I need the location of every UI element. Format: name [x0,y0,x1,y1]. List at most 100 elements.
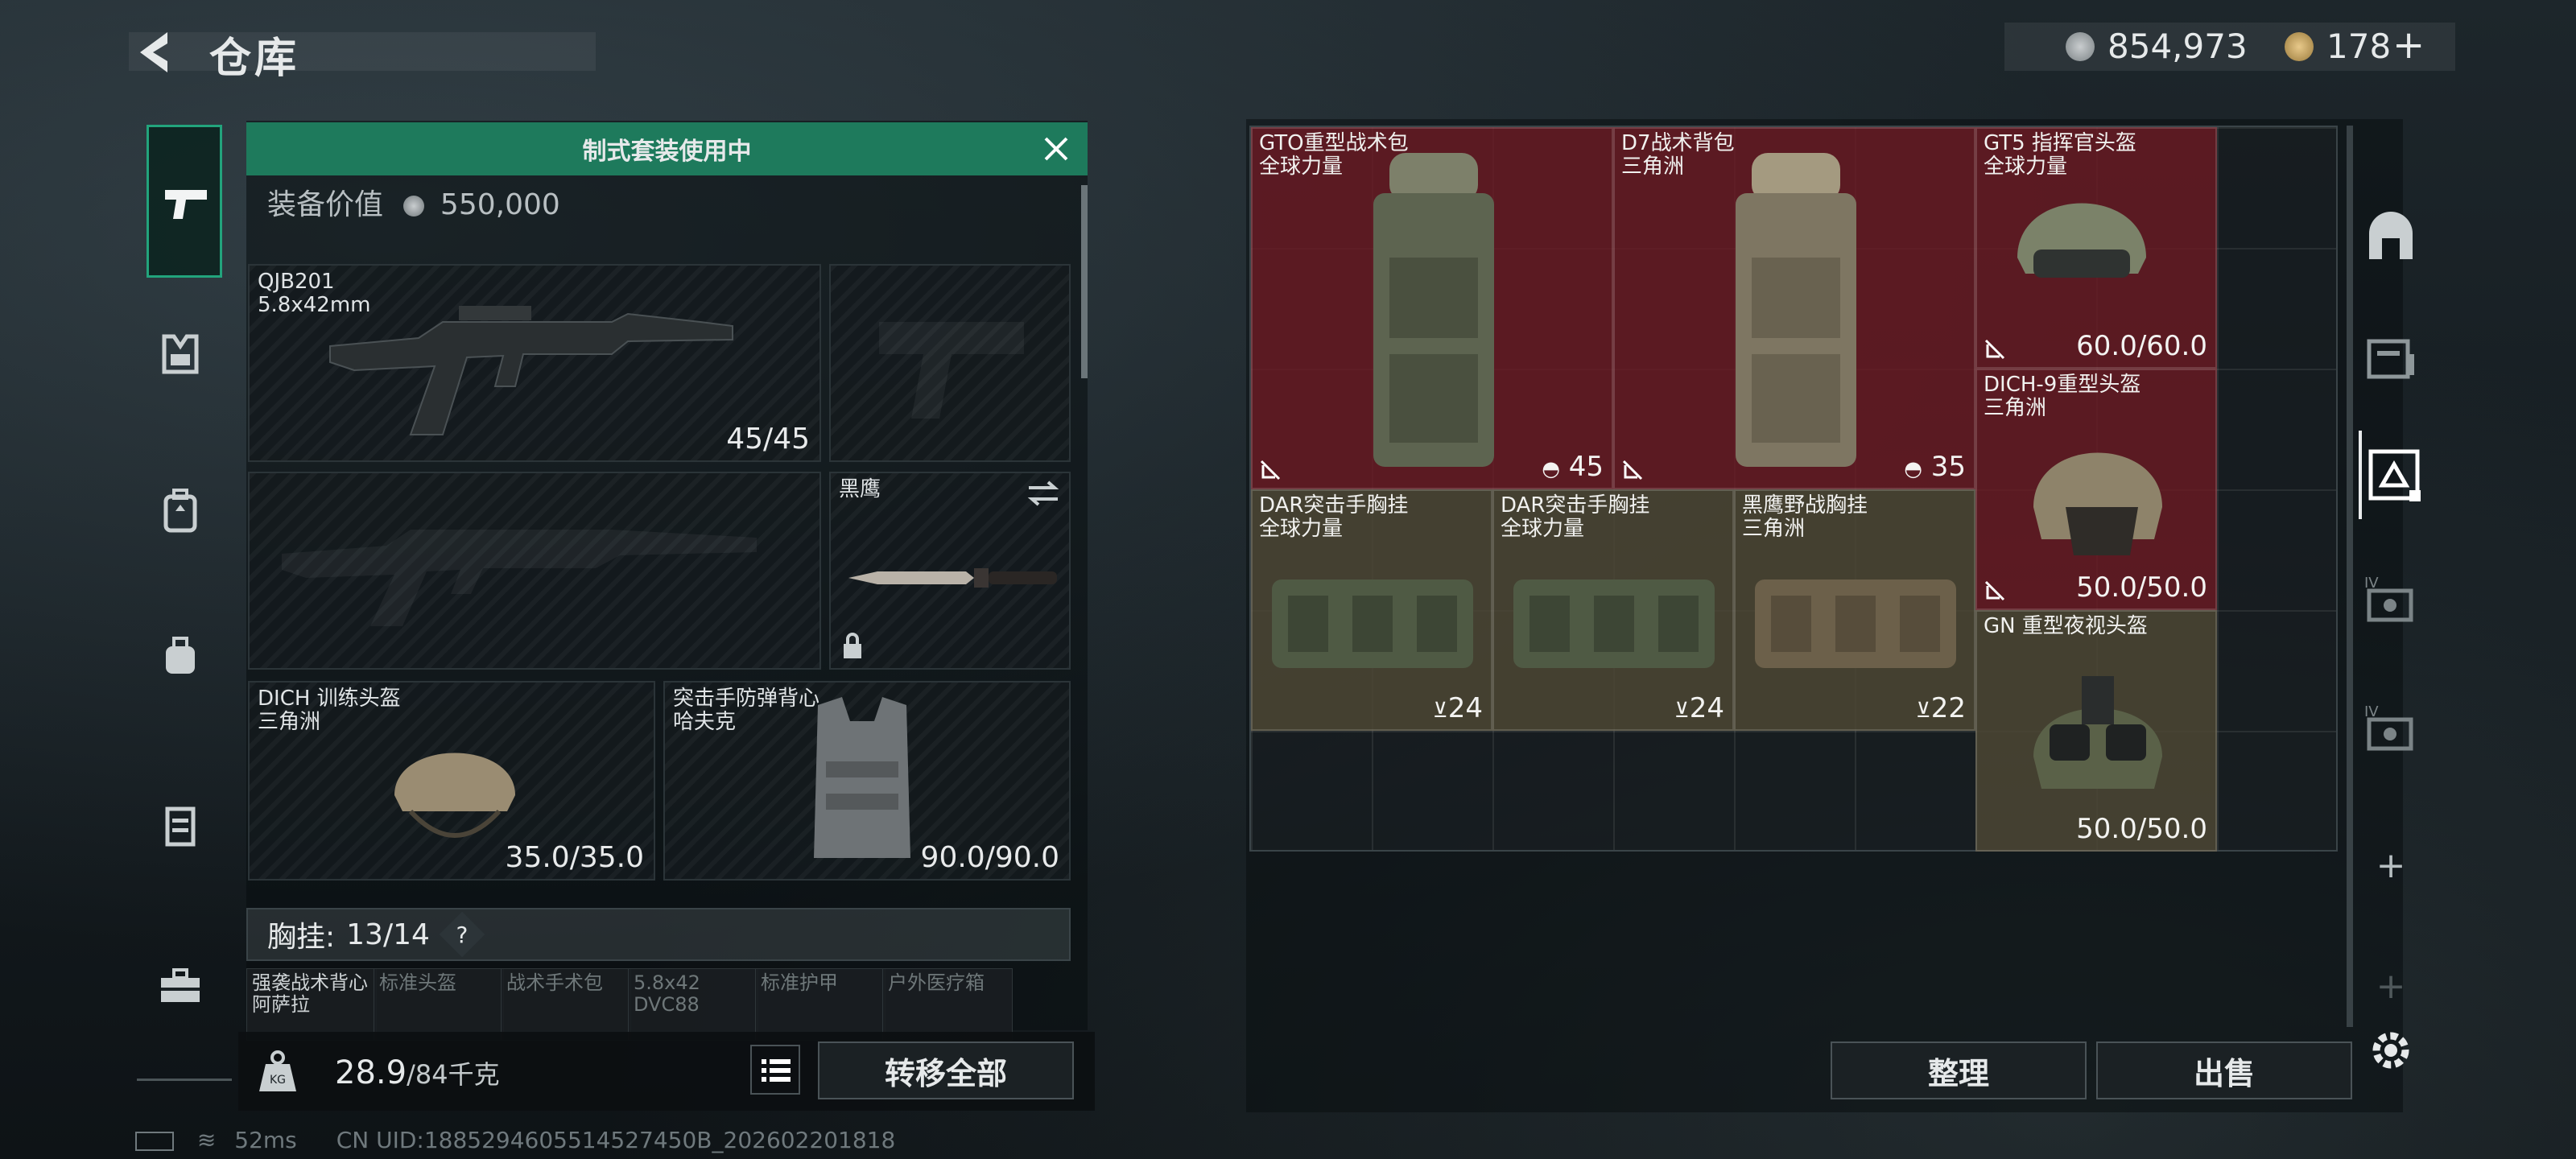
stash-item[interactable]: 黑鹰野战胸挂 三角洲 ⊻22 [1734,489,1975,731]
storage-iv-icon: IV [2364,575,2413,622]
capacity-icon: ◓ [1542,457,1560,481]
stash-tab-warehouse[interactable] [2359,431,2426,519]
coin-balance: 854,973 [2107,27,2248,66]
stash-item[interactable]: GN 重型夜视头盔 50.0/50.0 [1975,610,2217,852]
no-insure-icon [1260,460,1281,481]
chest-rig-image [1272,580,1473,668]
arch-icon [2369,212,2413,259]
list-view-button[interactable] [750,1045,800,1095]
wifi-icon: ≋ [196,1127,217,1153]
slot-helmet[interactable]: DICH 训练头盔 三角洲 35.0/35.0 [248,681,655,881]
mini-item[interactable]: 标准护甲 [755,968,886,1041]
transfer-all-button[interactable]: 转移全部 [818,1041,1074,1099]
bottom-action-bar: KG 28.9/84千克 转移全部 [238,1032,1095,1111]
capacity-icon: ◓ [1904,457,1922,481]
help-icon[interactable]: ? [439,911,485,958]
stash-tab-folder[interactable] [2359,314,2423,402]
vest-capacity-icon: ⊻ [1915,699,1931,723]
battery-icon [135,1132,174,1151]
backpack-image [1736,153,1856,467]
vest-capacity-icon: ⊻ [1432,699,1448,723]
category-pouch[interactable] [156,632,213,688]
no-insure-icon [1622,460,1643,481]
stash-item[interactable]: GT5 指挥官头盔 全球力量 60.0/60.0 [1975,127,2217,369]
coin-icon-small [403,196,425,217]
add-storage-button[interactable]: + [2359,821,2423,909]
chest-rig-bar[interactable]: 胸挂: 13/14 ? [246,908,1071,961]
mini-item[interactable]: 标准头盔 [374,968,504,1041]
close-icon [1044,137,1068,161]
title-bar-bg [129,32,596,71]
mini-item[interactable]: 户外医疗箱 [882,968,1013,1041]
carry-weight-value: 28.9 [335,1054,407,1091]
mini-item[interactable]: 战术手术包 [501,968,631,1041]
folder-icon [2367,339,2414,379]
mini-item[interactable]: 5.8x42 DVC88 [628,968,758,1041]
swap-icon[interactable] [1026,480,1061,507]
slot-primary-weapon[interactable]: QJB201 5.8x42mm 45/45 [248,264,821,462]
stash-item[interactable]: DAR突击手胸挂 全球力量 ⊻24 [1492,489,1734,731]
durability: 90.0/90.0 [920,841,1059,874]
weight-icon: KG [254,1048,301,1095]
pistol-placeholder-icon [879,322,1024,419]
stash-tab-storage-iv-2[interactable]: IV [2359,684,2423,773]
slot-item-name: 突击手防弹背心 [673,687,820,711]
slot-sidearm[interactable] [829,264,1071,462]
status-footer: ≋ 52ms CN UID:1885294605514527450B_20260… [135,1127,895,1153]
carry-weight-max: /84千克 [407,1059,500,1090]
stash-item[interactable]: GTO重型战术包 全球力量 ◓ 45 [1251,127,1613,489]
sort-button[interactable]: 整理 [1831,1041,2087,1099]
no-insure-icon [1984,580,2005,601]
category-chest-rig[interactable] [156,330,213,386]
close-banner-button[interactable] [1036,129,1076,169]
stash-item[interactable]: D7战术背包 三角洲 ◓ 35 [1613,127,1975,489]
back-arrow-icon [140,32,167,72]
settings-button[interactable] [2359,1006,2423,1095]
pistol-icon [165,190,207,219]
case-icon [165,806,196,847]
helmet-image [2033,676,2162,789]
stash-scrollbar[interactable] [2347,126,2353,1027]
slot-item-sub: 哈夫克 [673,710,737,734]
ammo-count: 45/45 [726,423,810,456]
slot-secondary-weapon[interactable] [248,472,821,670]
plus-icon-dim: + [2376,965,2406,1007]
chest-rig-capacity: 13/14 [346,918,430,951]
lock-icon [844,633,861,658]
helmet-image [2017,203,2146,278]
stash-item[interactable]: DICH-9重型头盔 三角洲 50.0/50.0 [1975,369,2217,610]
add-currency-button[interactable]: + [2392,23,2425,68]
loadout-value-amount: 550,000 [440,188,560,221]
user-uid: CN UID:1885294605514527450B_202602201818 [336,1127,896,1153]
slot-melee[interactable]: 黑鹰 [829,472,1071,670]
pouch-icon [166,637,195,674]
backpack-image [1373,153,1494,467]
toolbox-icon [161,968,200,1002]
stash-item[interactable]: DAR突击手胸挂 全球力量 ⊻24 [1251,489,1492,731]
category-case[interactable] [156,801,213,857]
stash-tab-arch[interactable] [2359,193,2423,282]
rifle-icon [329,306,733,435]
gold-icon [2285,32,2314,61]
category-backpack[interactable] [156,487,213,543]
coin-icon [2066,32,2095,61]
category-toolbox[interactable] [156,962,213,1018]
stash-tabs: IV IV + + [2359,129,2431,1095]
backpack-icon [163,489,197,533]
plus-icon: + [2376,844,2406,886]
slot-armor[interactable]: 突击手防弹背心 哈夫克 90.0/90.0 [663,681,1071,881]
warehouse-icon [2368,449,2421,501]
category-weapons[interactable] [147,125,222,278]
chest-rig-icon [162,334,199,374]
back-button[interactable] [129,24,185,80]
no-insure-icon [1984,339,2005,360]
stash-tab-storage-iv[interactable]: IV [2359,555,2423,644]
category-sidebar [137,117,232,1083]
sell-button[interactable]: 出售 [2096,1041,2352,1099]
durability: 35.0/35.0 [505,841,644,874]
loadout-scrollbar[interactable] [1081,185,1088,378]
kit-banner: 制式套装使用中 [246,122,1088,175]
loadout-value-label: 装备价值 [267,188,384,221]
mini-item[interactable]: 强袭战术背心 阿萨拉 [246,968,377,1041]
sidebar-divider [137,1079,232,1081]
